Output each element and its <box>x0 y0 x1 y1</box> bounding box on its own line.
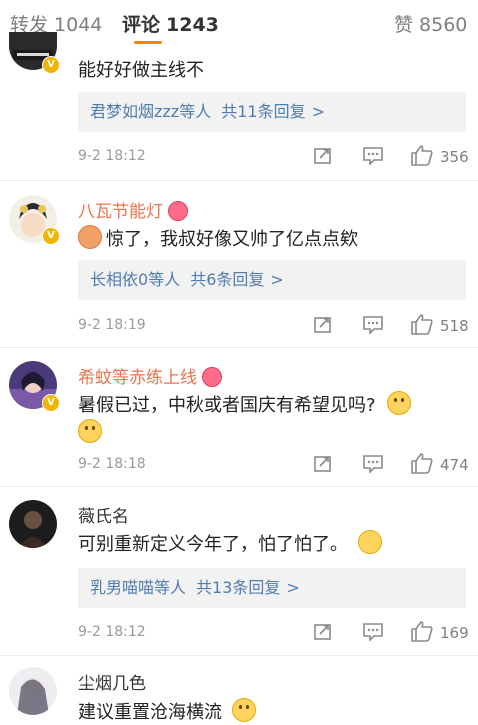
comment-text-content: 惊了，我叔好像又帅了亿点点欸 <box>106 229 358 250</box>
reply-arrow-icon: > <box>270 270 284 289</box>
comment-text-line2 <box>78 419 102 444</box>
reply-arrow-icon: > <box>311 102 325 121</box>
share-icon[interactable] <box>313 146 333 170</box>
tab-comment-count: 1243 <box>166 14 219 36</box>
tab-comment[interactable]: 评论 1243 <box>122 10 219 37</box>
reply-preview[interactable]: 君梦如烟zzz等人 共11条回复 > <box>78 92 466 132</box>
tab-comment-label: 评论 <box>122 14 161 36</box>
comment-username-text: 八瓦节能灯 <box>78 202 163 222</box>
divider <box>0 655 478 656</box>
comment-username[interactable]: 希蚊等赤练上线 <box>78 363 223 388</box>
kiss-emoji-icon <box>231 698 256 722</box>
active-tab-indicator <box>134 41 162 44</box>
avatar[interactable] <box>9 500 57 548</box>
like-count: 518 <box>440 317 469 335</box>
share-icon[interactable] <box>313 454 333 478</box>
comment-text: 暑假已过，中秋或者国庆有希望见吗? <box>78 391 412 417</box>
tab-repost-count: 1044 <box>54 14 103 36</box>
comment-text: 可别重新定义今年了，怕了怕了。 <box>78 530 382 556</box>
comment-text-content: 暑假已过，中秋或者国庆有希望见吗? <box>78 395 376 416</box>
comment-text: 能好好做主线不 <box>78 60 204 81</box>
comment-time: 9-2 18:12 <box>78 148 146 164</box>
reply-mid: 等人 <box>148 270 181 289</box>
share-icon[interactable] <box>313 315 333 339</box>
crying-emoji-icon <box>357 530 382 554</box>
comment-username[interactable]: 八瓦节能灯 <box>78 197 189 222</box>
tab-like[interactable]: 赞 8560 <box>394 10 467 37</box>
reply-preview[interactable]: 乳男喵喵等人 共13条回复 > <box>78 568 466 608</box>
comment-time: 9-2 18:18 <box>78 456 146 472</box>
share-icon[interactable] <box>313 622 333 646</box>
avatar[interactable] <box>9 667 57 715</box>
heart-eyes-emoji-icon <box>168 201 189 221</box>
shocked-emoji-icon <box>78 225 102 249</box>
verified-badge-icon: V <box>42 394 60 412</box>
divider <box>0 486 478 487</box>
thinking-emoji-icon <box>78 419 102 443</box>
tab-like-count: 8560 <box>419 14 468 36</box>
like-icon[interactable] <box>410 313 434 339</box>
comment-icon[interactable] <box>362 315 384 339</box>
comment-icon[interactable] <box>362 622 384 646</box>
reply-count: 共11条回复 <box>221 102 306 121</box>
like-count: 356 <box>440 148 469 166</box>
comment-text-content: 建议重置沧海横流 <box>78 702 222 723</box>
reply-mid: 等人 <box>154 578 187 597</box>
reply-users[interactable]: 长相依0 <box>90 270 148 289</box>
comment-time: 9-2 18:12 <box>78 624 146 640</box>
divider <box>0 347 478 348</box>
thinking-emoji-icon <box>387 391 412 415</box>
like-icon[interactable] <box>410 144 434 170</box>
reply-preview[interactable]: 长相依0等人 共6条回复 > <box>78 260 466 300</box>
comment-username[interactable]: 尘烟几色 <box>78 669 146 694</box>
like-icon[interactable] <box>410 452 434 478</box>
like-count: 474 <box>440 456 469 474</box>
comment-text-content: 可别重新定义今年了，怕了怕了。 <box>78 534 348 555</box>
comment-text: 惊了，我叔好像又帅了亿点点欸 <box>78 225 358 251</box>
like-icon[interactable] <box>410 620 434 646</box>
heart-eyes-emoji-icon <box>202 367 223 387</box>
reply-count: 共13条回复 <box>196 578 281 597</box>
comment-username[interactable]: 薇氏名 <box>78 502 129 527</box>
reply-users[interactable]: 君梦如烟zzz <box>90 102 179 121</box>
comment-time: 9-2 18:19 <box>78 317 146 333</box>
reply-arrow-icon: > <box>286 578 300 597</box>
like-count: 169 <box>440 624 469 642</box>
comment-text: 建议重置沧海横流 <box>78 698 256 724</box>
divider <box>0 180 478 181</box>
verified-badge-icon: V <box>42 227 60 245</box>
comment-tabs: 转发 1044 评论 1243 赞 8560 <box>0 0 478 48</box>
tab-like-label: 赞 <box>394 14 414 36</box>
reply-users[interactable]: 乳男喵喵 <box>90 578 154 597</box>
reply-count: 共6条回复 <box>190 270 265 289</box>
comment-username-text: 希蚊等赤练上线 <box>78 368 197 388</box>
verified-badge-icon: V <box>42 56 60 74</box>
comment-icon[interactable] <box>362 146 384 170</box>
reply-mid: 等人 <box>179 102 212 121</box>
comment-icon[interactable] <box>362 454 384 478</box>
